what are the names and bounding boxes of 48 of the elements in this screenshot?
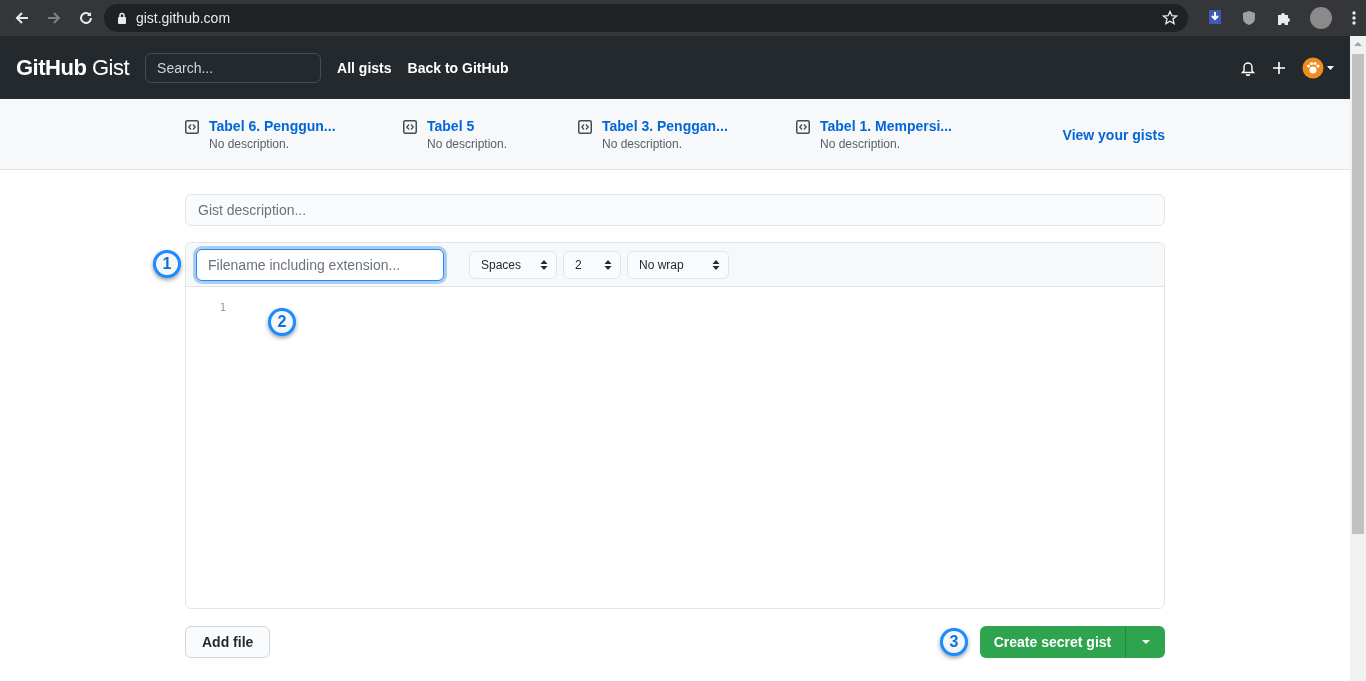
user-avatar-menu-icon[interactable]	[1302, 56, 1334, 79]
caret-icon	[1141, 640, 1150, 644]
gist-description-field[interactable]: Gist description...	[185, 194, 1165, 226]
filename-field[interactable]: Filename including extension...	[196, 248, 444, 281]
nav-link[interactable]: All gists	[337, 59, 392, 76]
plus-icon[interactable]	[1272, 60, 1286, 75]
nav-link[interactable]: Back to GitHub	[407, 59, 509, 76]
code-area[interactable]: 1 2	[186, 287, 1164, 608]
sort-arrows-icon	[604, 258, 612, 271]
download-extension-icon[interactable]	[1208, 10, 1223, 26]
gist-description: No description.	[427, 137, 508, 151]
gist-link[interactable]: Tabel 1. Mempersi...	[820, 118, 952, 134]
gist-description: No description.	[602, 137, 684, 151]
select-dropdown[interactable]: 2	[563, 250, 621, 279]
search-field[interactable]: Search...	[145, 52, 322, 83]
gist-description: No description.	[820, 137, 902, 151]
shield-icon[interactable]	[1242, 10, 1257, 26]
view-gists-link[interactable]: View your gists	[1062, 127, 1165, 143]
sort-arrows-icon	[540, 258, 548, 271]
gist-description: No description.	[209, 137, 291, 151]
step-marker: 3	[940, 628, 968, 656]
gist-logo[interactable]: GitHub Gist	[16, 54, 130, 81]
lock-icon	[116, 12, 127, 24]
gist-link[interactable]: Tabel 3. Penggan...	[602, 118, 728, 134]
notification-bell-icon[interactable]	[1240, 59, 1256, 76]
star-icon[interactable]	[1162, 10, 1179, 26]
address-bar[interactable]: gist.github.com	[103, 4, 1189, 32]
gist-link[interactable]: Tabel 5	[427, 118, 475, 134]
url-text: gist.github.com	[135, 10, 231, 26]
menu-icon[interactable]	[1352, 10, 1356, 26]
line-number: 1	[218, 301, 226, 314]
select-dropdown[interactable]: No wrap	[627, 250, 729, 279]
dropdown-caret-button[interactable]	[1125, 626, 1165, 658]
profile-avatar[interactable]	[1310, 7, 1332, 29]
code-file-icon	[403, 120, 417, 134]
code-file-icon	[796, 120, 810, 134]
add-file-button[interactable]: Add file	[185, 626, 271, 658]
puzzle-icon[interactable]	[1276, 10, 1292, 26]
code-file-icon	[578, 120, 592, 134]
select-dropdown[interactable]: Spaces	[469, 250, 557, 279]
sort-arrows-icon	[712, 258, 720, 271]
code-file-icon	[185, 120, 199, 134]
gist-link[interactable]: Tabel 6. Penggun...	[209, 118, 336, 134]
step-marker: 2	[268, 308, 296, 336]
reload-icon[interactable]	[77, 10, 94, 26]
back-icon[interactable]	[14, 10, 30, 26]
step-marker: 1	[153, 250, 181, 278]
scrollbar[interactable]	[1350, 36, 1366, 681]
